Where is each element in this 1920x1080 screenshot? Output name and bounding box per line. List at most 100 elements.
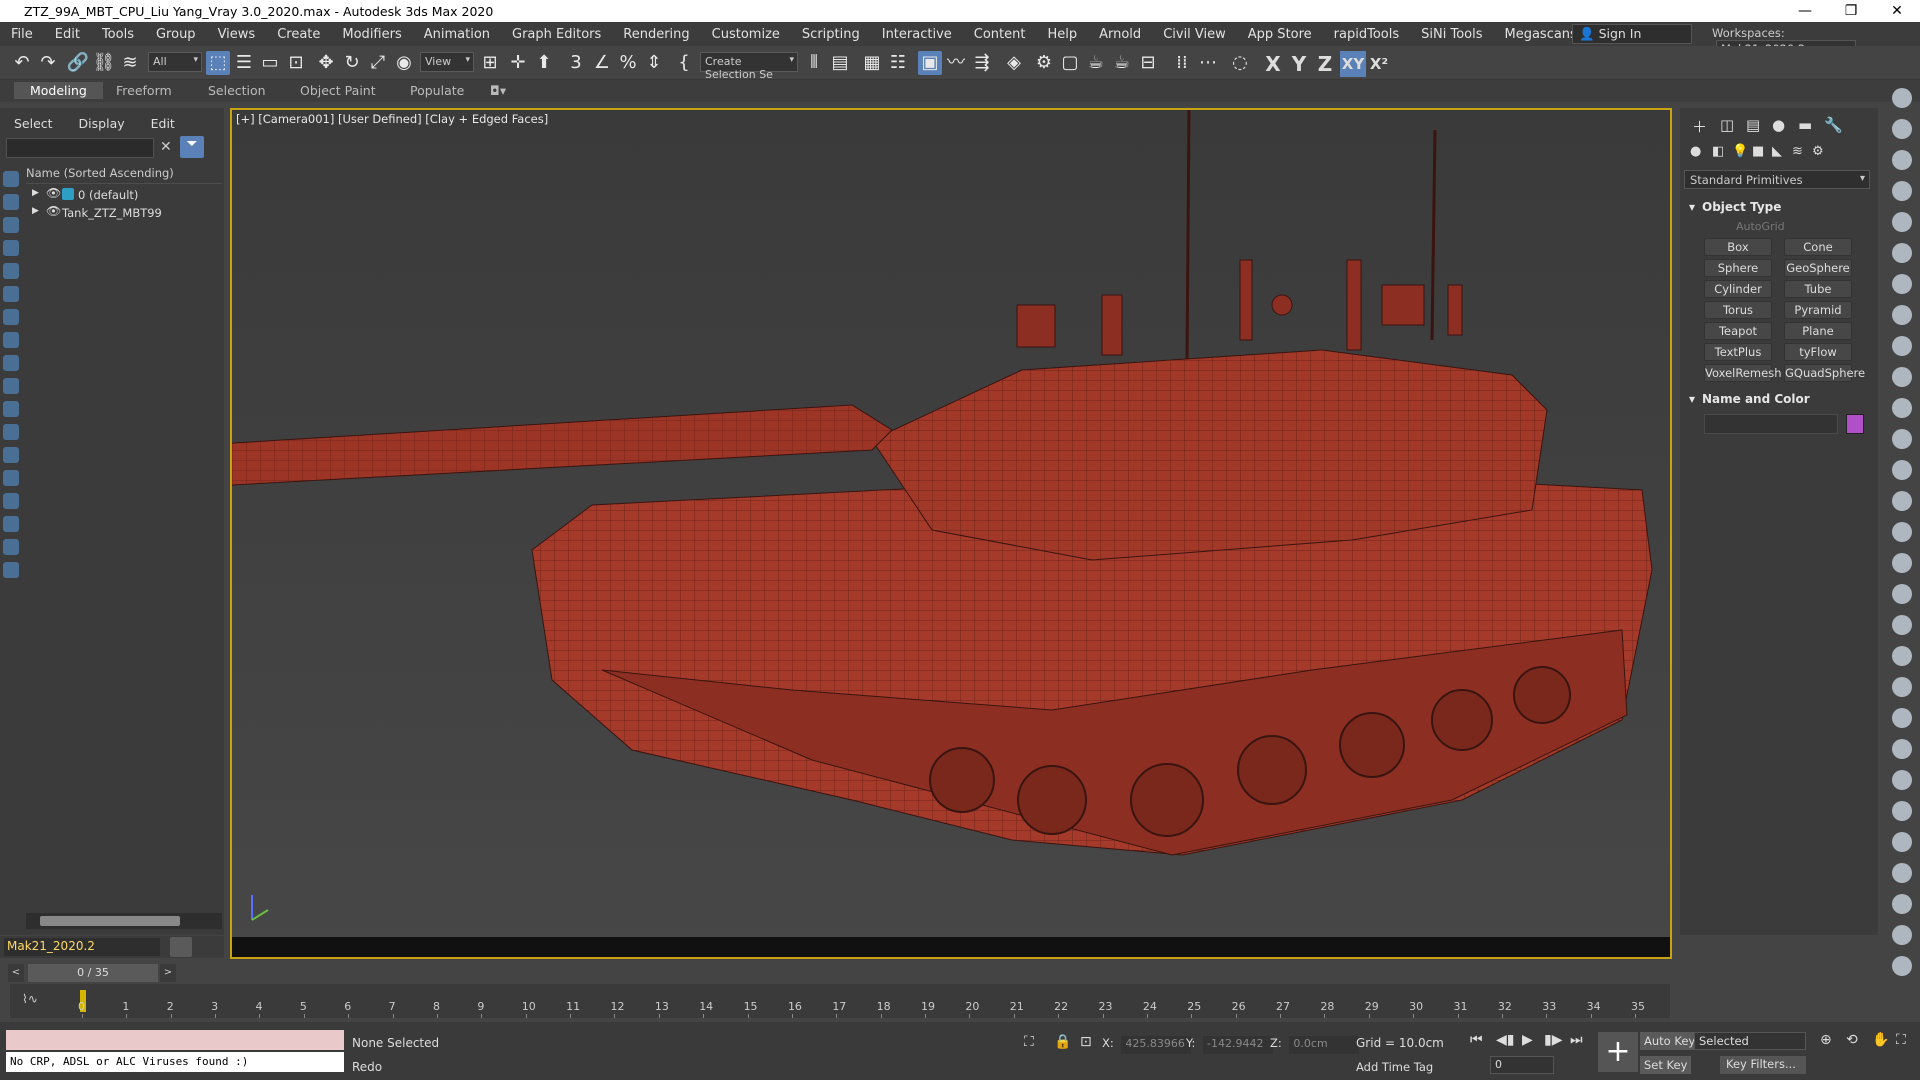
- scene-tool-icon-6[interactable]: [1892, 243, 1912, 263]
- move-icon[interactable]: ✥: [314, 51, 338, 75]
- torus-button[interactable]: Torus: [1704, 301, 1772, 319]
- explorer-menu-select[interactable]: Select: [14, 116, 53, 131]
- auto-key-button[interactable]: Auto Key: [1640, 1032, 1700, 1050]
- filter-funnel-icon[interactable]: [3, 539, 19, 555]
- display-geometry-icon[interactable]: [3, 194, 19, 210]
- mirror-icon[interactable]: ⫴: [802, 51, 826, 75]
- scene-tool-icon-10[interactable]: [1892, 367, 1912, 387]
- lights-icon[interactable]: 💡: [1732, 144, 1748, 159]
- menu-customize[interactable]: Customize: [701, 27, 791, 42]
- display-cameras-icon[interactable]: [3, 263, 19, 279]
- expand-icon[interactable]: ▶: [32, 188, 39, 198]
- align-icon[interactable]: ▤: [828, 51, 852, 75]
- scene-tool-icon-21[interactable]: [1892, 708, 1912, 728]
- redo-icon[interactable]: ↷: [36, 51, 60, 75]
- create-key-icon[interactable]: +: [1598, 1032, 1638, 1072]
- menu-graph-editors[interactable]: Graph Editors: [501, 27, 612, 42]
- absolute-mode-icon[interactable]: ⊡: [1080, 1034, 1092, 1050]
- display-xrefs-icon[interactable]: [3, 355, 19, 371]
- cylinder-button[interactable]: Cylinder: [1704, 280, 1772, 298]
- x-coordinate-value[interactable]: 425.83966: [1121, 1036, 1192, 1054]
- rendered-frame-window-icon[interactable]: ▢: [1058, 51, 1082, 75]
- menu-group[interactable]: Group: [145, 27, 207, 42]
- scene-tool-icon-2[interactable]: [1892, 119, 1912, 139]
- add-time-tag[interactable]: Add Time Tag: [1356, 1060, 1433, 1074]
- current-layer-dropdown[interactable]: Mak21_2020.2: [4, 938, 160, 956]
- scene-tool-icon-8[interactable]: [1892, 305, 1912, 325]
- scene-tool-icon-17[interactable]: [1892, 584, 1912, 604]
- clear-search-icon[interactable]: ✕: [160, 139, 172, 155]
- z-coordinate-value[interactable]: 0.0cm: [1289, 1036, 1360, 1054]
- toggle-layer-explorer-icon[interactable]: ☷: [886, 51, 910, 75]
- explorer-row-layer-default[interactable]: ▶ 👁 0 (default): [26, 186, 222, 204]
- display-children-icon[interactable]: [3, 493, 19, 509]
- scene-tool-icon-24[interactable]: [1892, 801, 1912, 821]
- explorer-menu-edit[interactable]: Edit: [151, 116, 175, 131]
- tank-model[interactable]: [232, 110, 1670, 937]
- textplus-button[interactable]: TextPlus: [1704, 343, 1772, 361]
- named-selection-dropdown[interactable]: Create Selection Se: [700, 52, 798, 81]
- prev-frame-icon[interactable]: <: [8, 964, 24, 982]
- scene-tool-icon-4[interactable]: [1892, 181, 1912, 201]
- spacing-tool-icon[interactable]: ⋯: [1196, 51, 1220, 75]
- display-hidden-icon[interactable]: [3, 447, 19, 463]
- name-and-color-rollout[interactable]: Name and Color: [1684, 392, 1870, 410]
- curve-editor-icon[interactable]: 〰: [944, 51, 968, 75]
- box-button[interactable]: Box: [1704, 238, 1772, 256]
- hierarchy-tab-icon[interactable]: ▤: [1746, 116, 1760, 134]
- scene-tool-icon-15[interactable]: [1892, 522, 1912, 542]
- scene-tool-icon-23[interactable]: [1892, 770, 1912, 790]
- object-color-swatch[interactable]: [1846, 414, 1864, 434]
- y-coordinate-value[interactable]: -142.9442: [1203, 1036, 1274, 1054]
- sync-selection-icon[interactable]: [3, 562, 19, 578]
- menu-app-store[interactable]: App Store: [1237, 27, 1323, 42]
- pyramid-button[interactable]: Pyramid: [1784, 301, 1852, 319]
- menu-civil-view[interactable]: Civil View: [1152, 27, 1237, 42]
- select-by-name-icon[interactable]: ☰: [232, 51, 256, 75]
- unlink-icon[interactable]: ⛓: [92, 51, 116, 75]
- create-tab-icon[interactable]: ＋: [1692, 116, 1707, 137]
- tyflow-button[interactable]: tyFlow: [1784, 343, 1852, 361]
- display-none-icon[interactable]: [3, 171, 19, 187]
- menu-scripting[interactable]: Scripting: [791, 27, 871, 42]
- helpers-icon[interactable]: ◣: [1772, 144, 1782, 159]
- selection-lock-icon[interactable]: 🔒: [1054, 1034, 1071, 1050]
- menu-rapidtools[interactable]: rapidTools: [1323, 27, 1410, 42]
- tab-freeform[interactable]: Freeform: [116, 83, 172, 98]
- material-editor-icon[interactable]: ◈: [1002, 51, 1026, 75]
- layer-explorer-button[interactable]: [170, 937, 192, 957]
- percent-snap-icon[interactable]: %: [616, 51, 640, 75]
- visibility-eye-icon[interactable]: 👁: [46, 204, 61, 218]
- select-object-icon[interactable]: ⬚: [206, 51, 230, 75]
- tab-modeling[interactable]: Modeling: [14, 82, 103, 99]
- snaps-toggle-icon[interactable]: 3: [564, 51, 588, 75]
- display-frozen-icon[interactable]: [3, 424, 19, 440]
- camera-viewport[interactable]: [+] [Camera001] [User Defined] [Clay + E…: [230, 108, 1672, 959]
- schematic-view-icon[interactable]: ⇶: [970, 51, 994, 75]
- scene-tool-icon-18[interactable]: [1892, 615, 1912, 635]
- snapshot-icon[interactable]: ◌: [1228, 51, 1252, 75]
- key-mode-dropdown[interactable]: Selected: [1694, 1032, 1806, 1050]
- render-setup-icon[interactable]: ⚙: [1032, 51, 1056, 75]
- sign-in-dropdown[interactable]: 👤 Sign In: [1572, 24, 1692, 44]
- explorer-column-header[interactable]: Name (Sorted Ascending): [26, 166, 222, 184]
- tube-button[interactable]: Tube: [1784, 280, 1852, 298]
- scene-tool-icon-20[interactable]: [1892, 677, 1912, 697]
- scene-tool-icon-7[interactable]: [1892, 274, 1912, 294]
- pivot-center-icon[interactable]: ⊞: [478, 51, 502, 75]
- toggle-ribbon-icon[interactable]: ▣: [918, 51, 942, 75]
- scene-tool-icon-29[interactable]: [1892, 956, 1912, 976]
- menu-content[interactable]: Content: [963, 27, 1037, 42]
- explorer-menu-display[interactable]: Display: [79, 116, 125, 131]
- display-all-icon[interactable]: [3, 470, 19, 486]
- maxscript-output[interactable]: No CRP, ADSL or ALC Viruses found :): [6, 1052, 344, 1072]
- keyboard-shortcut-override-icon[interactable]: ⬆: [532, 51, 556, 75]
- visibility-eye-icon[interactable]: 👁: [46, 186, 61, 200]
- display-lights-icon[interactable]: [3, 240, 19, 256]
- display-influences-icon[interactable]: [3, 516, 19, 532]
- menu-animation[interactable]: Animation: [413, 27, 501, 42]
- pan-icon[interactable]: ✋: [1872, 1032, 1889, 1048]
- display-groups-icon[interactable]: [3, 332, 19, 348]
- scrollbar-thumb[interactable]: [40, 916, 180, 926]
- play-icon[interactable]: ▶: [1522, 1032, 1533, 1048]
